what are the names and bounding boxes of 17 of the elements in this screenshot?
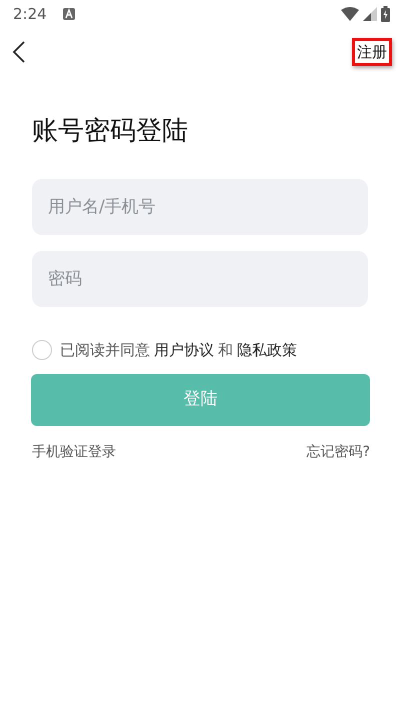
back-icon[interactable] — [12, 41, 26, 63]
signal-icon — [363, 7, 377, 21]
register-link[interactable]: 注册 — [352, 38, 392, 66]
input-field[interactable]: 密码 — [32, 251, 368, 307]
conjunction-text: 和 — [218, 340, 233, 361]
page-title: 账号密码登陆 — [32, 115, 189, 148]
sms-login-link[interactable]: 手机验证登录 — [32, 442, 116, 462]
terms-link[interactable]: 用户协议 — [154, 339, 214, 362]
forgot-password-link[interactable]: 忘记密码? — [306, 442, 370, 462]
input-field[interactable]: 用户名/手机号 — [32, 179, 368, 235]
status-time: 2:24 — [13, 4, 47, 25]
wifi-icon — [341, 7, 359, 21]
battery-icon — [381, 6, 390, 22]
privacy-link[interactable]: 隐私政策 — [237, 339, 297, 362]
agreement-checkbox[interactable] — [32, 340, 52, 360]
agreement-text: 已阅读并同意 — [60, 340, 150, 361]
notification-icon — [62, 8, 75, 20]
